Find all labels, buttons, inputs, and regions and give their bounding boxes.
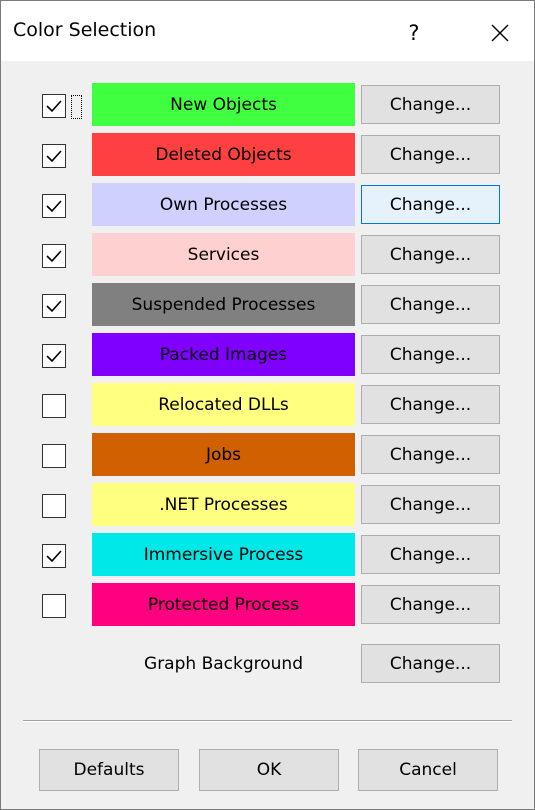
change-button-label: Change... (389, 344, 472, 365)
change-button-label: Change... (389, 244, 472, 265)
change-button[interactable]: Change... (361, 235, 500, 274)
enable-checkbox[interactable] (42, 244, 66, 268)
color-swatch: .NET Processes (92, 483, 355, 526)
color-row: Suspended Processes Change... (1, 283, 534, 327)
color-selection-dialog: Color Selection ? New Objects Change... De… (0, 0, 535, 810)
help-button[interactable]: ? (394, 15, 434, 51)
graph-background-change-button[interactable]: Change... (361, 644, 500, 683)
change-button[interactable]: Change... (361, 485, 500, 524)
enable-checkbox[interactable] (42, 294, 66, 318)
color-swatch: Packed Images (92, 333, 355, 376)
enable-checkbox[interactable] (42, 544, 66, 568)
change-button[interactable]: Change... (361, 585, 500, 624)
change-button[interactable]: Change... (361, 285, 500, 324)
close-button[interactable] (477, 13, 523, 53)
ok-button-label: OK (256, 760, 282, 780)
color-row: .NET Processes Change... (1, 483, 534, 527)
color-row: Protected Process Change... (1, 583, 534, 627)
enable-checkbox[interactable] (42, 94, 66, 118)
enable-checkbox[interactable] (42, 394, 66, 418)
change-button[interactable]: Change... (361, 185, 500, 224)
color-row: New Objects Change... (1, 83, 534, 127)
color-swatch: Relocated DLLs (92, 383, 355, 426)
change-button-label: Change... (389, 94, 472, 115)
change-button[interactable]: Change... (361, 85, 500, 124)
graph-background-label: Graph Background (144, 653, 303, 674)
color-swatch: Deleted Objects (92, 133, 355, 176)
change-button-label: Change... (389, 653, 472, 674)
color-row: Own Processes Change... (1, 183, 534, 227)
color-swatch: Suspended Processes (92, 283, 355, 326)
color-swatch: Immersive Process (92, 533, 355, 576)
ok-button[interactable]: OK (199, 749, 339, 791)
cancel-button[interactable]: Cancel (358, 749, 498, 791)
checkmark-icon (46, 300, 62, 313)
change-button-label: Change... (389, 444, 472, 465)
change-button-label: Change... (389, 294, 472, 315)
color-swatch: Services (92, 233, 355, 276)
checkmark-icon (46, 250, 62, 263)
change-button[interactable]: Change... (361, 535, 500, 574)
color-swatch: Own Processes (92, 183, 355, 226)
color-swatch: Protected Process (92, 583, 355, 626)
graph-background-row: Graph Background Change... (1, 642, 534, 686)
change-button[interactable]: Change... (361, 135, 500, 174)
enable-checkbox[interactable] (42, 494, 66, 518)
checkmark-icon (46, 200, 62, 213)
title-bar: Color Selection ? (1, 1, 534, 61)
enable-checkbox[interactable] (42, 594, 66, 618)
color-row: Packed Images Change... (1, 333, 534, 377)
color-row: Relocated DLLs Change... (1, 383, 534, 427)
color-swatch: Jobs (92, 433, 355, 476)
color-row: Deleted Objects Change... (1, 133, 534, 177)
color-swatch: New Objects (92, 83, 355, 126)
checkmark-icon (46, 350, 62, 363)
enable-checkbox[interactable] (42, 444, 66, 468)
checkmark-icon (46, 100, 62, 113)
window-title: Color Selection (13, 19, 157, 41)
enable-checkbox[interactable] (42, 144, 66, 168)
change-button-label: Change... (389, 194, 472, 215)
change-button[interactable]: Change... (361, 385, 500, 424)
color-row: Jobs Change... (1, 433, 534, 477)
defaults-button[interactable]: Defaults (39, 749, 179, 791)
enable-checkbox[interactable] (42, 344, 66, 368)
color-row: Immersive Process Change... (1, 533, 534, 577)
change-button-label: Change... (389, 144, 472, 165)
cancel-button-label: Cancel (399, 760, 457, 780)
change-button-label: Change... (389, 594, 472, 615)
defaults-button-label: Defaults (73, 760, 145, 780)
change-button-label: Change... (389, 544, 472, 565)
change-button-label: Change... (389, 494, 472, 515)
change-button[interactable]: Change... (361, 335, 500, 374)
color-row: Services Change... (1, 233, 534, 277)
focus-indicator (71, 95, 82, 119)
change-button-label: Change... (389, 394, 472, 415)
enable-checkbox[interactable] (42, 194, 66, 218)
close-icon (477, 13, 523, 53)
change-button[interactable]: Change... (361, 435, 500, 474)
checkmark-icon (46, 150, 62, 163)
separator (23, 720, 512, 722)
checkmark-icon (46, 550, 62, 563)
